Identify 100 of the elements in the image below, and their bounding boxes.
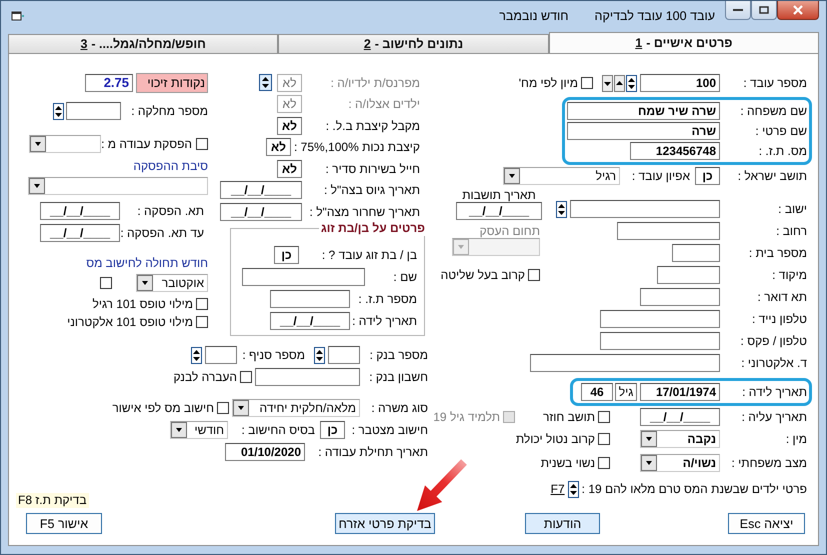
field-label: בסיס החישוב : <box>245 423 315 437</box>
section-label: סיבת ההפסקה <box>133 159 208 173</box>
input-field[interactable] <box>617 222 720 240</box>
checkbox-label: מילוי טופס 101 רגיל <box>92 297 193 311</box>
field-label: טלפון נייד : <box>750 312 807 326</box>
value-field[interactable]: לא <box>266 138 291 156</box>
dropdown[interactable]: נשוי/ה <box>640 454 720 472</box>
field-label: מקבל קיצבת ב.ל. : <box>324 118 420 133</box>
field-label: תא. הפסקה : <box>136 204 204 218</box>
button[interactable]: יציאה Esc <box>728 513 805 534</box>
restore-button[interactable] <box>751 1 777 20</box>
input-field[interactable]: שרה <box>567 122 720 140</box>
button[interactable]: הודעות <box>525 513 600 534</box>
field-label: פרטי ילדים שבשנת המס טרם מלאו להם 19 : <box>582 482 807 496</box>
date-field[interactable]: __/__/____ <box>456 202 542 220</box>
button[interactable]: אישור F5 <box>26 513 102 534</box>
checkbox[interactable] <box>196 298 208 310</box>
spin-icon[interactable] <box>556 200 567 218</box>
checkbox[interactable] <box>240 371 252 383</box>
dropdown[interactable]: נקבה <box>640 430 720 448</box>
children-link[interactable]: F7 <box>550 482 565 496</box>
close-button[interactable] <box>777 1 819 20</box>
date-field[interactable]: __/__/____ <box>640 408 720 426</box>
spin-icon[interactable] <box>314 346 325 364</box>
field-label: בן / בת זוג עובד ? : <box>320 248 417 262</box>
dropdown[interactable] <box>28 177 208 195</box>
value-field[interactable]: כן <box>320 421 345 439</box>
date-field[interactable]: 17/01/1974 <box>640 383 720 401</box>
input-field[interactable] <box>255 368 360 386</box>
spin-icon[interactable] <box>259 74 272 92</box>
checkbox-label: נשוי בשנית <box>540 456 595 470</box>
spin-icon[interactable] <box>191 346 202 364</box>
field-label: מספר בנק : <box>370 348 428 362</box>
checkbox-label: תלמיד גיל 19 <box>433 410 500 424</box>
checkbox[interactable] <box>598 433 610 445</box>
date-field[interactable]: __/__/____ <box>40 224 120 242</box>
input-field[interactable] <box>270 290 350 308</box>
field-label: מצב משפחתי : <box>730 456 807 470</box>
field-label: קיצבת נכות 100%,75% : <box>293 140 420 154</box>
input-field[interactable] <box>530 354 720 372</box>
date-field[interactable]: __/__/____ <box>270 312 350 330</box>
checkbox-label: מילוי טופס 101 אלקטרוני <box>67 315 193 329</box>
dropdown[interactable]: רגיל <box>503 167 620 185</box>
value-field[interactable]: כן <box>274 246 299 264</box>
minimize-icon <box>733 8 743 12</box>
checkbox[interactable] <box>196 138 208 150</box>
input-field[interactable] <box>672 244 720 262</box>
field-label: שם : <box>392 270 417 284</box>
input-field[interactable] <box>600 310 720 328</box>
checkbox[interactable] <box>217 402 229 414</box>
dropdown[interactable]: מלאה/חלקית יחידה <box>232 399 360 417</box>
value-field[interactable]: לא <box>277 116 302 135</box>
input-field[interactable]: 100 <box>640 74 720 92</box>
age-field[interactable]: 46 <box>581 383 613 401</box>
input-field[interactable] <box>570 200 720 218</box>
field-label: חייל בשירות סדיר : <box>324 162 420 176</box>
minimize-button[interactable] <box>725 1 751 20</box>
dropdown[interactable]: אוקטובר <box>136 274 208 292</box>
date-field[interactable]: __/__/____ <box>220 202 302 221</box>
dropdown[interactable] <box>29 135 101 153</box>
input-field[interactable] <box>600 332 720 350</box>
input-field[interactable] <box>242 268 365 286</box>
checkbox[interactable] <box>100 277 112 289</box>
field-label: שם פרטי : <box>754 124 807 138</box>
value-field[interactable]: לא <box>277 160 302 178</box>
checkbox-label: חישוב מס לפי אישור <box>112 401 214 415</box>
field-label: עד תא. הפסקה : <box>124 226 204 240</box>
input-field[interactable]: 123456748 <box>630 142 720 160</box>
close-icon <box>792 5 804 15</box>
credit-points-field[interactable]: 2.75 <box>85 74 133 92</box>
checkbox-label: העברה לבנק <box>173 370 237 384</box>
field-label: תאריך תחילת עבודה : <box>317 445 428 459</box>
checkbox[interactable] <box>598 411 610 423</box>
checkbox[interactable] <box>581 77 593 89</box>
dropdown[interactable]: חודשי <box>170 421 228 439</box>
date-field[interactable]: __/__/____ <box>40 202 120 220</box>
checkbox[interactable] <box>196 316 208 328</box>
field-label: תאריך שחרור מצה"ל : <box>308 204 420 219</box>
app-icon <box>11 10 25 22</box>
checkbox[interactable] <box>528 269 540 281</box>
field-label: תא דואר : <box>756 290 807 304</box>
date-field[interactable]: __/__/____ <box>220 181 302 200</box>
input-field[interactable] <box>640 288 720 306</box>
window-title: עובד 100 עובד לבדיקה <box>594 9 715 23</box>
spin-icon[interactable] <box>626 74 637 92</box>
field-label: חישוב מצטבר : <box>350 423 428 437</box>
date-field[interactable]: 01/10/2020 <box>225 443 305 461</box>
spin-icon[interactable] <box>53 102 64 120</box>
input-field[interactable]: שרה שיר שמח <box>567 102 720 120</box>
input-field[interactable] <box>328 346 360 364</box>
checkbox-label: תושב חוזר <box>543 410 595 424</box>
checkbox[interactable] <box>598 457 610 469</box>
input-field[interactable] <box>657 266 720 284</box>
input-field[interactable] <box>205 346 237 364</box>
input-field[interactable] <box>66 102 121 120</box>
button[interactable]: בדיקת פרטי אזרח <box>335 513 435 534</box>
value-field[interactable]: כן <box>695 167 720 185</box>
field-label: תושב ישראל : <box>736 169 807 183</box>
field-label: מספר עובד : <box>742 76 807 90</box>
spin-icon[interactable] <box>568 480 579 498</box>
